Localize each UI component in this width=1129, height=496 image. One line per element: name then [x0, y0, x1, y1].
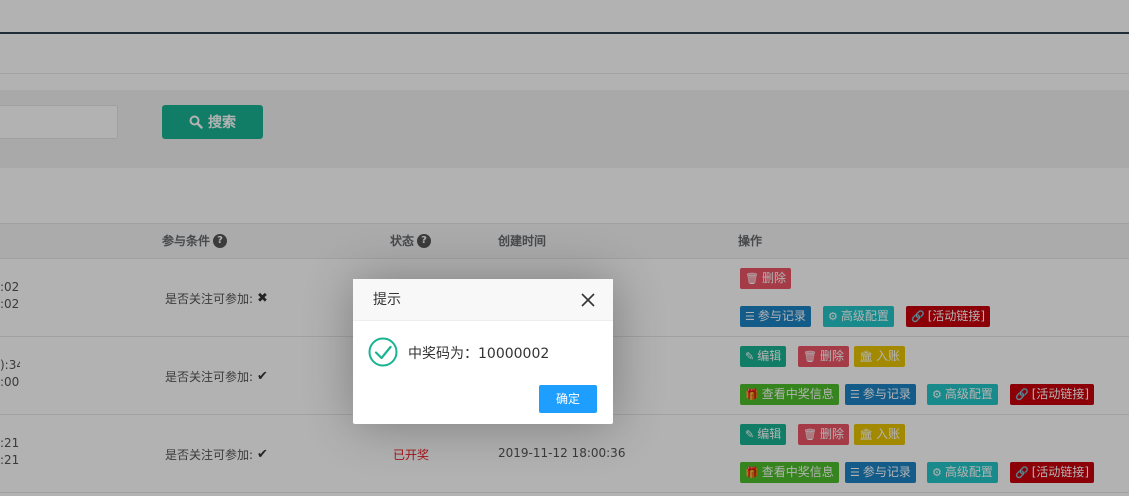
dialog-message: 中奖码为：10000002 — [408, 346, 550, 362]
confirm-button[interactable]: 确定 — [539, 385, 597, 413]
dialog-header: 提示 — [353, 279, 613, 321]
dialog-body: 中奖码为：10000002 — [353, 321, 613, 383]
close-icon[interactable] — [581, 293, 595, 307]
alert-dialog: 提示 中奖码为：10000002 确定 — [353, 279, 613, 424]
success-check-icon — [368, 337, 398, 367]
dialog-title: 提示 — [373, 292, 401, 308]
